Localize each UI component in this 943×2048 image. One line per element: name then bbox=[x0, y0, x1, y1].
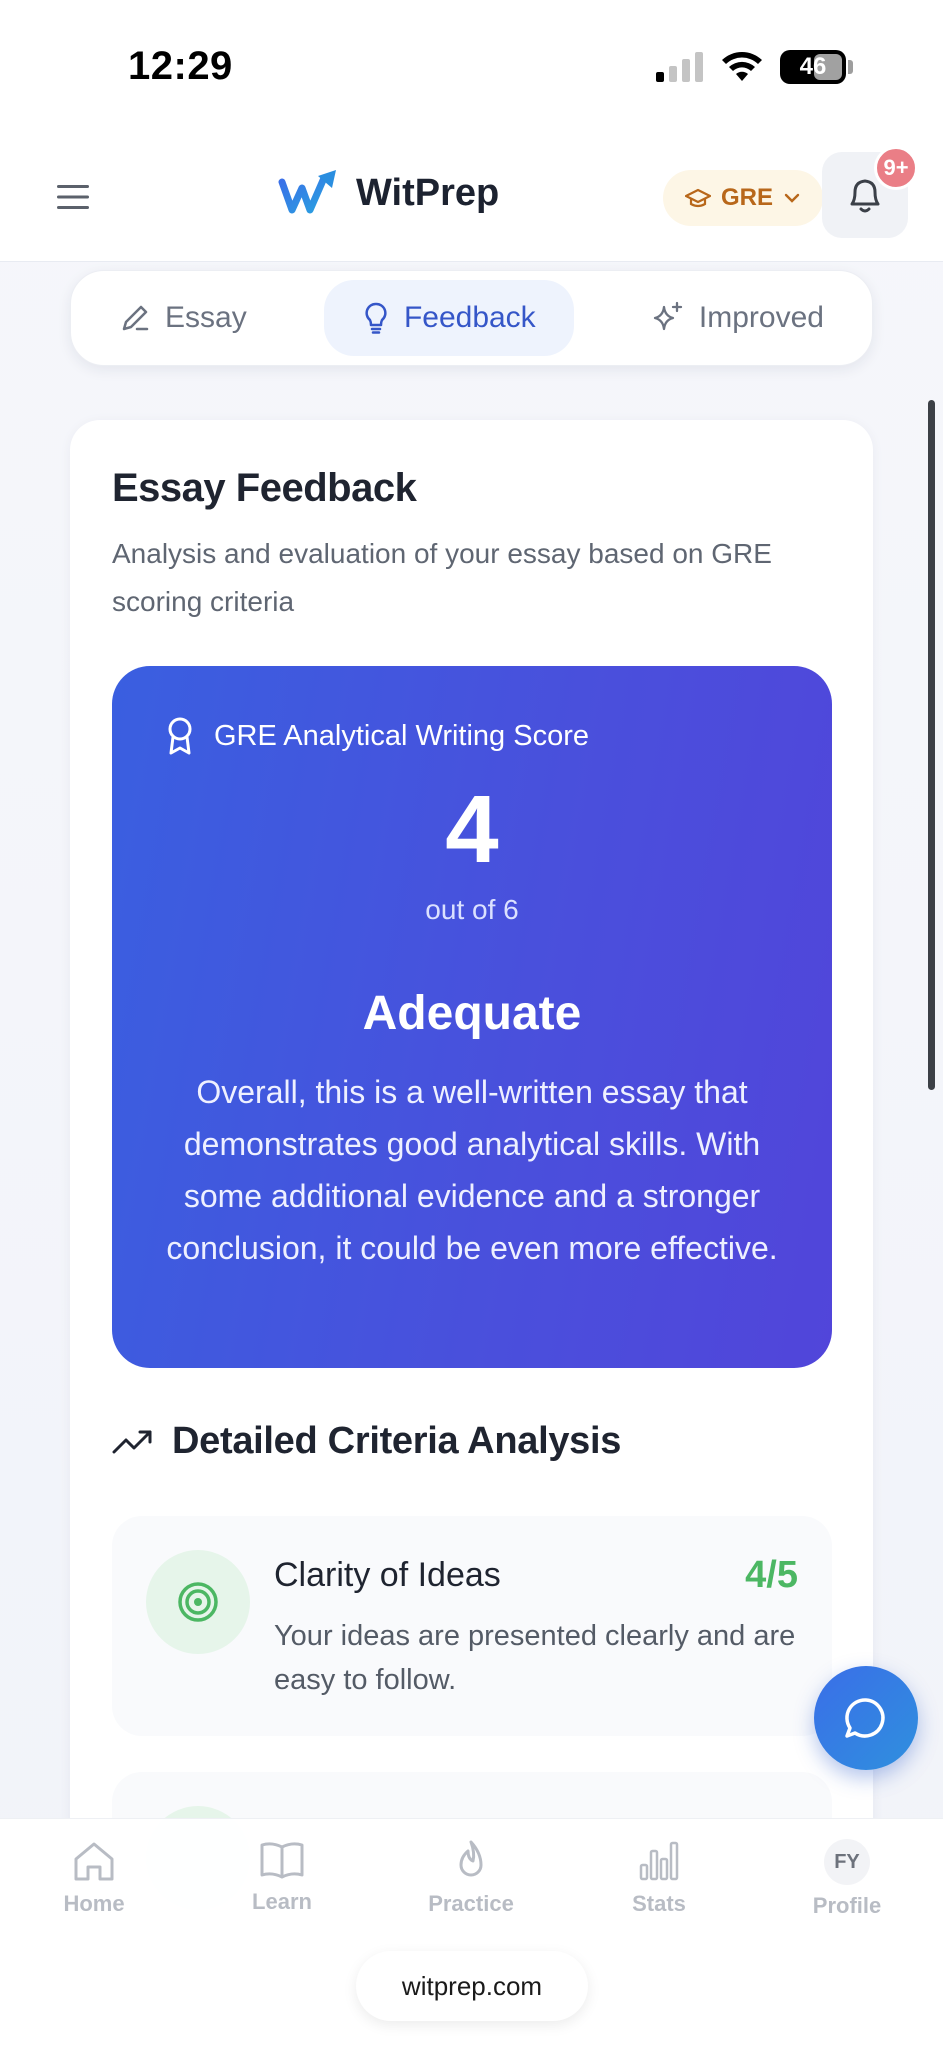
award-ribbon-icon bbox=[168, 717, 192, 755]
browser-url[interactable]: witprep.com bbox=[356, 1951, 588, 2021]
nav-learn-label: Learn bbox=[252, 1889, 312, 1914]
criteria-score: 4/5 bbox=[745, 1554, 798, 1596]
nav-stats-label: Stats bbox=[632, 1891, 686, 1916]
tab-essay[interactable]: Essay bbox=[81, 280, 285, 356]
score-heading-label: GRE Analytical Writing Score bbox=[214, 719, 589, 752]
notification-badge: 9+ bbox=[874, 146, 918, 190]
feedback-title: Essay Feedback bbox=[112, 466, 417, 510]
chevron-down-icon bbox=[784, 193, 800, 203]
nav-practice-label: Practice bbox=[428, 1891, 514, 1916]
essay-tabs: Essay Feedback Improved bbox=[70, 270, 873, 366]
exam-label: GRE bbox=[721, 184, 774, 211]
avatar: FY bbox=[824, 1839, 870, 1885]
nav-profile[interactable]: FY Profile bbox=[772, 1839, 922, 1949]
tab-feedback[interactable]: Feedback bbox=[323, 280, 574, 356]
nav-profile-label: Profile bbox=[812, 1893, 882, 1918]
tab-improved[interactable]: Improved bbox=[613, 280, 862, 356]
chat-bubble-icon bbox=[845, 1698, 885, 1738]
bottom-nav: Home Learn Practice Stats FY Profile wit… bbox=[0, 1818, 943, 2048]
wifi-icon bbox=[722, 52, 762, 81]
status-time: 12:29 bbox=[128, 44, 233, 88]
target-icon bbox=[146, 1550, 250, 1654]
tab-feedback-label: Feedback bbox=[403, 301, 536, 334]
menu-button[interactable] bbox=[50, 174, 96, 220]
bar-chart-icon bbox=[639, 1841, 679, 1881]
criteria-name: Clarity of Ideas bbox=[274, 1556, 501, 1594]
page: 12:29 46 WitPrep GRE 9+ Essay Feedback I… bbox=[0, 0, 943, 2048]
battery-level: 46 bbox=[799, 53, 827, 80]
nav-learn[interactable]: Learn bbox=[207, 1839, 357, 1949]
status-bar: 12:29 46 bbox=[0, 0, 943, 130]
app-header: WitPrep GRE bbox=[0, 130, 943, 262]
criteria-description: Your ideas are presented clearly and are… bbox=[274, 1620, 796, 1696]
status-icons: 46 bbox=[656, 50, 853, 84]
cellular-signal-icon bbox=[656, 52, 703, 82]
battery-icon: 46 bbox=[780, 50, 846, 84]
home-icon bbox=[74, 1842, 114, 1881]
book-open-icon bbox=[260, 1842, 304, 1879]
battery-tip bbox=[848, 60, 853, 74]
chat-button[interactable] bbox=[814, 1666, 918, 1770]
score-value: 4 bbox=[445, 776, 499, 883]
nav-home[interactable]: Home bbox=[19, 1839, 169, 1949]
exam-selector[interactable]: GRE bbox=[663, 170, 824, 226]
feedback-subtitle: Analysis and evaluation of your essay ba… bbox=[112, 538, 772, 617]
graduation-cap-icon bbox=[685, 188, 711, 208]
criteria-heading-label: Detailed Criteria Analysis bbox=[172, 1420, 622, 1462]
scrollbar[interactable] bbox=[928, 400, 935, 1090]
witprep-logo-icon bbox=[278, 170, 336, 214]
nav-practice[interactable]: Practice bbox=[396, 1839, 546, 1949]
pencil-icon bbox=[122, 305, 149, 331]
brand-logo[interactable]: WitPrep bbox=[278, 168, 499, 218]
score-level: Adequate bbox=[362, 987, 582, 1040]
score-panel: GRE Analytical Writing Score 4 out of 6 … bbox=[112, 666, 832, 1368]
score-heading: GRE Analytical Writing Score bbox=[164, 716, 589, 756]
criteria-heading: Detailed Criteria Analysis bbox=[112, 1420, 621, 1463]
brand-name: WitPrep bbox=[356, 171, 500, 214]
lightbulb-icon bbox=[365, 302, 387, 334]
tab-improved-label: Improved bbox=[698, 301, 824, 334]
nav-home-label: Home bbox=[63, 1891, 125, 1916]
hamburger-menu-icon bbox=[57, 185, 89, 209]
score-summary: Overall, this is a well-written essay th… bbox=[166, 1074, 778, 1266]
score-scale: out of 6 bbox=[425, 894, 519, 925]
tab-essay-label: Essay bbox=[165, 301, 247, 334]
trending-up-icon bbox=[112, 1430, 152, 1453]
criteria-item[interactable]: Clarity of Ideas 4/5 Your ideas are pres… bbox=[112, 1516, 832, 1736]
feedback-card: Essay Feedback Analysis and evaluation o… bbox=[70, 420, 873, 2048]
flame-icon bbox=[459, 1840, 483, 1877]
nav-stats[interactable]: Stats bbox=[584, 1839, 734, 1949]
sparkles-icon bbox=[653, 301, 683, 331]
